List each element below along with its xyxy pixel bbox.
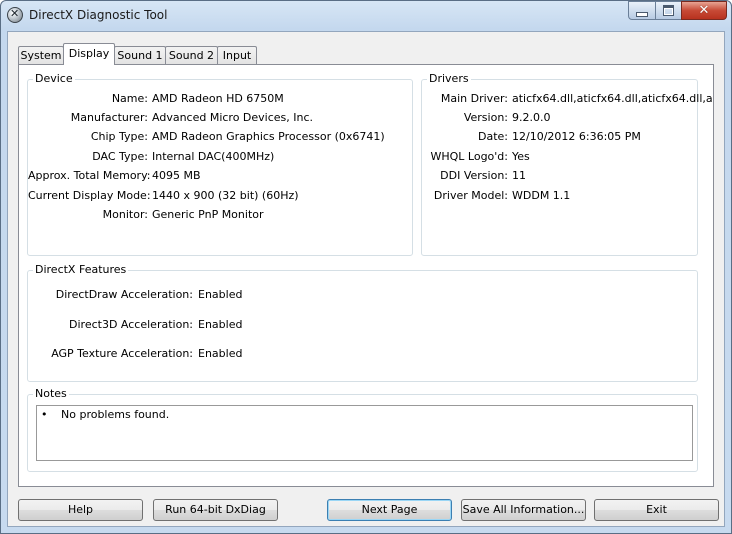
driver-version-value: 9.2.0.0 [512,111,551,124]
device-dac-type-value: Internal DAC(400MHz) [152,150,275,163]
device-memory-value: 4095 MB [152,169,201,182]
driver-model-value: WDDM 1.1 [512,189,571,202]
help-button[interactable]: Help [18,499,143,521]
directx-features-label: DirectX Features [33,263,129,276]
driver-main-key: Main Driver: [440,92,508,105]
device-memory-key: Approx. Total Memory: [28,169,151,182]
tab-sound-2[interactable]: Sound 2 [165,46,218,64]
feature-directdraw-value: Enabled [198,288,243,301]
device-dac-type-key: DAC Type: [92,150,148,163]
dxdiag-window: DirectX Diagnostic Tool ✕ System Display… [0,0,732,534]
tab-sound-1[interactable]: Sound 1 [114,46,166,64]
notes-text: No problems found. [61,408,170,421]
drivers-group-label: Drivers [427,72,471,85]
minimize-button[interactable] [628,1,656,20]
tab-input[interactable]: Input [217,46,257,64]
device-monitor-value: Generic PnP Monitor [152,208,264,221]
driver-main-value: aticfx64.dll,aticfx64.dll,aticfx64.dll,a [512,92,713,105]
device-chip-type-key: Chip Type: [90,130,148,143]
client-area: System Display Sound 1 Sound 2 Input Dev… [7,31,725,527]
device-manufacturer-value: Advanced Micro Devices, Inc. [152,111,314,124]
driver-ddi-value: 11 [512,169,526,182]
notes-label: Notes [33,387,69,400]
driver-ddi-key: DDI Version: [440,169,508,182]
driver-date-key: Date: [478,130,508,143]
notes-group: Notes • No problems found. [27,387,698,472]
display-tab-panel: Device Name: AMD Radeon HD 6750M Manufac… [18,64,714,487]
device-display-mode-value: 1440 x 900 (32 bit) (60Hz) [152,189,299,202]
tab-system[interactable]: System [18,46,64,64]
minimize-icon [636,11,648,17]
notes-textbox[interactable]: • No problems found. [36,405,693,461]
maximize-button[interactable] [655,1,682,20]
run-64bit-dxdiag-button[interactable]: Run 64-bit DxDiag [153,499,278,521]
next-page-button[interactable]: Next Page [327,499,452,521]
device-display-mode-key: Current Display Mode: [28,189,151,202]
notes-bullet: • [41,408,48,421]
driver-model-key: Driver Model: [433,189,508,202]
driver-whql-key: WHQL Logo'd: [430,150,508,163]
device-group: Device Name: AMD Radeon HD 6750M Manufac… [27,72,413,256]
drivers-group: Drivers Main Driver: aticfx64.dll,aticfx… [421,72,713,256]
maximize-icon [663,5,674,16]
feature-agp-key: AGP Texture Acceleration: [51,347,193,360]
save-all-information-button[interactable]: Save All Information... [461,499,586,521]
exit-button[interactable]: Exit [594,499,719,521]
close-button[interactable]: ✕ [681,1,727,20]
title-bar[interactable]: DirectX Diagnostic Tool ✕ [1,1,731,31]
driver-version-key: Version: [463,111,508,124]
feature-agp-value: Enabled [198,347,243,360]
device-group-label: Device [33,72,75,85]
tab-display[interactable]: Display [63,43,115,65]
device-chip-type-value: AMD Radeon Graphics Processor (0x6741) [152,130,385,143]
feature-direct3d-key: Direct3D Acceleration: [69,318,193,331]
feature-directdraw-key: DirectDraw Acceleration: [55,288,193,301]
device-monitor-key: Monitor: [102,208,148,221]
driver-date-value: 12/10/2012 6:36:05 PM [512,130,641,143]
window-title: DirectX Diagnostic Tool [29,8,168,22]
directx-features-group: DirectX Features DirectDraw Acceleration… [27,263,698,382]
device-manufacturer-key: Manufacturer: [70,111,148,124]
device-name-key: Name: [111,92,148,105]
close-icon: ✕ [698,3,710,18]
directx-app-icon [7,7,23,23]
feature-direct3d-value: Enabled [198,318,243,331]
device-name-value: AMD Radeon HD 6750M [152,92,284,105]
driver-whql-value: Yes [512,150,530,163]
